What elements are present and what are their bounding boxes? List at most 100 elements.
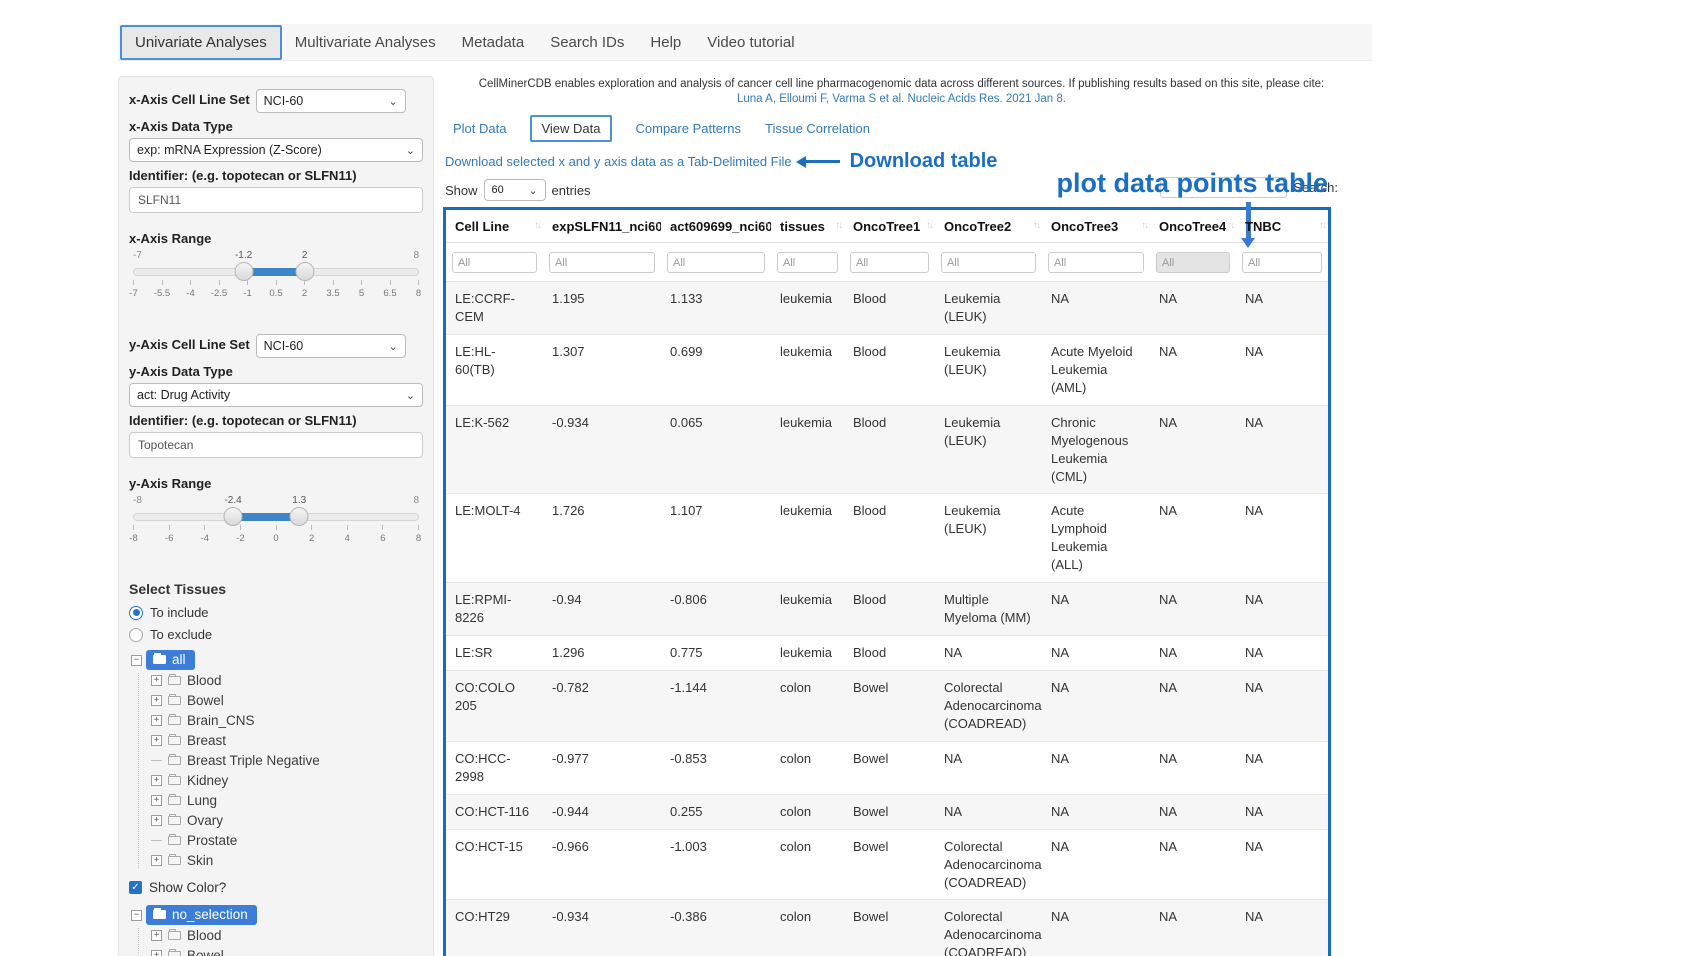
x-axis-range-tick: -1 [247,280,248,299]
filter-input-cell-line[interactable] [452,252,537,273]
sort-icon[interactable]: ↑↓ [534,220,540,231]
expand-icon[interactable]: + [151,930,162,941]
filter-input-oncotree4[interactable] [1156,252,1230,273]
collapse-icon[interactable]: − [131,655,142,666]
x-axis-range-high-handle[interactable] [295,262,314,281]
filter-input-act609699_nci60[interactable] [667,252,765,273]
nav-item-help[interactable]: Help [637,27,694,58]
column-header-tissues[interactable]: tissues↑↓ [771,210,844,243]
tick-label: 6 [380,533,385,544]
expand-icon[interactable]: + [151,950,162,956]
tree-node-breast[interactable]: +Breast [151,733,423,748]
tissue-radio-to-exclude[interactable]: To exclude [129,627,423,642]
nav-item-univariate-analyses[interactable]: Univariate Analyses [120,25,282,60]
sort-icon[interactable]: ↑↓ [926,220,932,231]
tab-compare-patterns[interactable]: Compare Patterns [636,121,742,136]
column-header-expslfn11_nci60[interactable]: expSLFN11_nci60↑↓ [543,210,661,243]
column-header-oncotree4[interactable]: OncoTree4↑↓ [1150,210,1236,243]
tree-node-ovary[interactable]: +Ovary [151,813,423,828]
y-axis-cell-line-set-select[interactable]: NCI-60 ⌄ [256,334,406,358]
radio-unselected-icon[interactable] [129,628,143,642]
tree-node-breast-triple-negative[interactable]: Breast Triple Negative [151,753,423,768]
tree-node-skin[interactable]: +Skin [151,853,423,868]
collapse-icon[interactable]: − [131,910,142,921]
cell-tnbc: NA [1236,671,1328,742]
expand-icon[interactable]: + [151,855,162,866]
tree-node-brain_cns[interactable]: +Brain_CNS [151,713,423,728]
tab-view-data[interactable]: View Data [530,115,611,142]
column-header-oncotree1[interactable]: OncoTree1↑↓ [844,210,935,243]
tree-node-prostate[interactable]: Prostate [151,833,423,848]
x-axis-identifier-input[interactable] [129,187,423,213]
sort-icon[interactable]: ↑↓ [652,220,658,231]
x-axis-data-type-select[interactable]: exp: mRNA Expression (Z-Score) ⌄ [129,138,423,162]
cell-oncotree1: Blood [844,282,935,335]
filter-input-tnbc[interactable] [1242,252,1322,273]
tick-mark [333,280,334,285]
entries-count-select[interactable]: 60 ⌄ [484,179,546,201]
tree-root-no_selection[interactable]: no_selection [146,905,257,925]
tick-mark [162,280,163,285]
expand-icon[interactable]: + [151,695,162,706]
column-header-tnbc[interactable]: TNBC↑↓ [1236,210,1328,243]
expand-icon[interactable]: + [151,775,162,786]
y-axis-range-low-handle[interactable] [224,507,243,526]
download-tab-delimited-link[interactable]: Download selected x and y axis data as a… [445,154,792,169]
tree-root-all[interactable]: all [146,650,195,670]
show-color-checkbox-row[interactable]: ✓ Show Color? [129,880,423,895]
column-header-label: Cell Line [455,219,509,234]
sort-icon[interactable]: ↑↓ [1319,220,1325,231]
expand-icon[interactable]: + [151,815,162,826]
tree-node-bowel[interactable]: +Bowel [151,693,423,708]
checkbox-checked-icon[interactable]: ✓ [129,881,142,894]
expand-icon[interactable]: + [151,675,162,686]
citation-link[interactable]: Luna A, Elloumi F, Varma S et al. Nuclei… [443,93,1360,105]
expand-icon[interactable]: + [151,735,162,746]
radio-selected-icon[interactable] [129,606,143,620]
nav-item-multivariate-analyses[interactable]: Multivariate Analyses [282,27,449,58]
cell-oncotree2: Colorectal Adenocarcinoma (COADREAD) [935,829,1042,900]
sort-icon[interactable]: ↑↓ [835,220,841,231]
sort-icon[interactable]: ↑↓ [762,220,768,231]
cell-oncotree2: Multiple Myeloma (MM) [935,583,1042,636]
tab-tissue-correlation[interactable]: Tissue Correlation [765,121,870,136]
table-row: CO:HCT-116-0.9440.255colonBowelNANANANA [446,794,1328,829]
cell-expslfn11_nci60: -0.94 [543,583,661,636]
cell-act609699_nci60: -0.386 [661,900,771,956]
column-header-act609699_nci60[interactable]: act609699_nci60↑↓ [661,210,771,243]
cell-oncotree1: Blood [844,494,935,583]
y-axis-range-high-handle[interactable] [290,507,309,526]
sort-icon[interactable]: ↑↓ [1227,220,1233,231]
y-axis-identifier-input[interactable] [129,432,423,458]
cell-oncotree3: NA [1042,794,1150,829]
x-axis-range-low-handle[interactable] [234,262,253,281]
filter-input-oncotree3[interactable] [1048,252,1144,273]
filter-input-tissues[interactable] [777,252,838,273]
tree-node-kidney[interactable]: +Kidney [151,773,423,788]
sort-icon[interactable]: ↑↓ [1141,220,1147,231]
nav-item-search-ids[interactable]: Search IDs [537,27,637,58]
expand-icon[interactable]: + [151,715,162,726]
filter-input-oncotree2[interactable] [941,252,1036,273]
tree-node-label: Lung [187,793,217,808]
tissue-radio-to-include[interactable]: To include [129,605,423,620]
cell-oncotree3: NA [1042,829,1150,900]
y-axis-data-type-select[interactable]: act: Drug Activity ⌄ [129,383,423,407]
sort-icon[interactable]: ↑↓ [1033,220,1039,231]
tree-node-blood[interactable]: +Blood [151,673,423,688]
tree-node-lung[interactable]: + Lung [151,793,423,808]
column-header-oncotree2[interactable]: OncoTree2↑↓ [935,210,1042,243]
plot-data-points-table-frame: plot data points table Cell Line↑↓expSLF… [443,207,1331,956]
expand-icon[interactable]: + [151,795,162,806]
nav-item-video-tutorial[interactable]: Video tutorial [694,27,807,58]
tab-plot-data[interactable]: Plot Data [453,121,506,136]
filter-input-oncotree1[interactable] [850,252,929,273]
x-axis-cell-line-set-select[interactable]: NCI-60 ⌄ [256,89,406,113]
column-header-cell-line[interactable]: Cell Line ↑↓ [446,210,543,243]
tree-node-blood[interactable]: +Blood [151,928,423,943]
column-header-oncotree3[interactable]: OncoTree3↑↓ [1042,210,1150,243]
tree-node-bowel[interactable]: +Bowel [151,948,423,956]
filter-input-expslfn11_nci60[interactable] [549,252,655,273]
nav-item-metadata[interactable]: Metadata [449,27,538,58]
tree-node-label: Prostate [187,833,237,848]
